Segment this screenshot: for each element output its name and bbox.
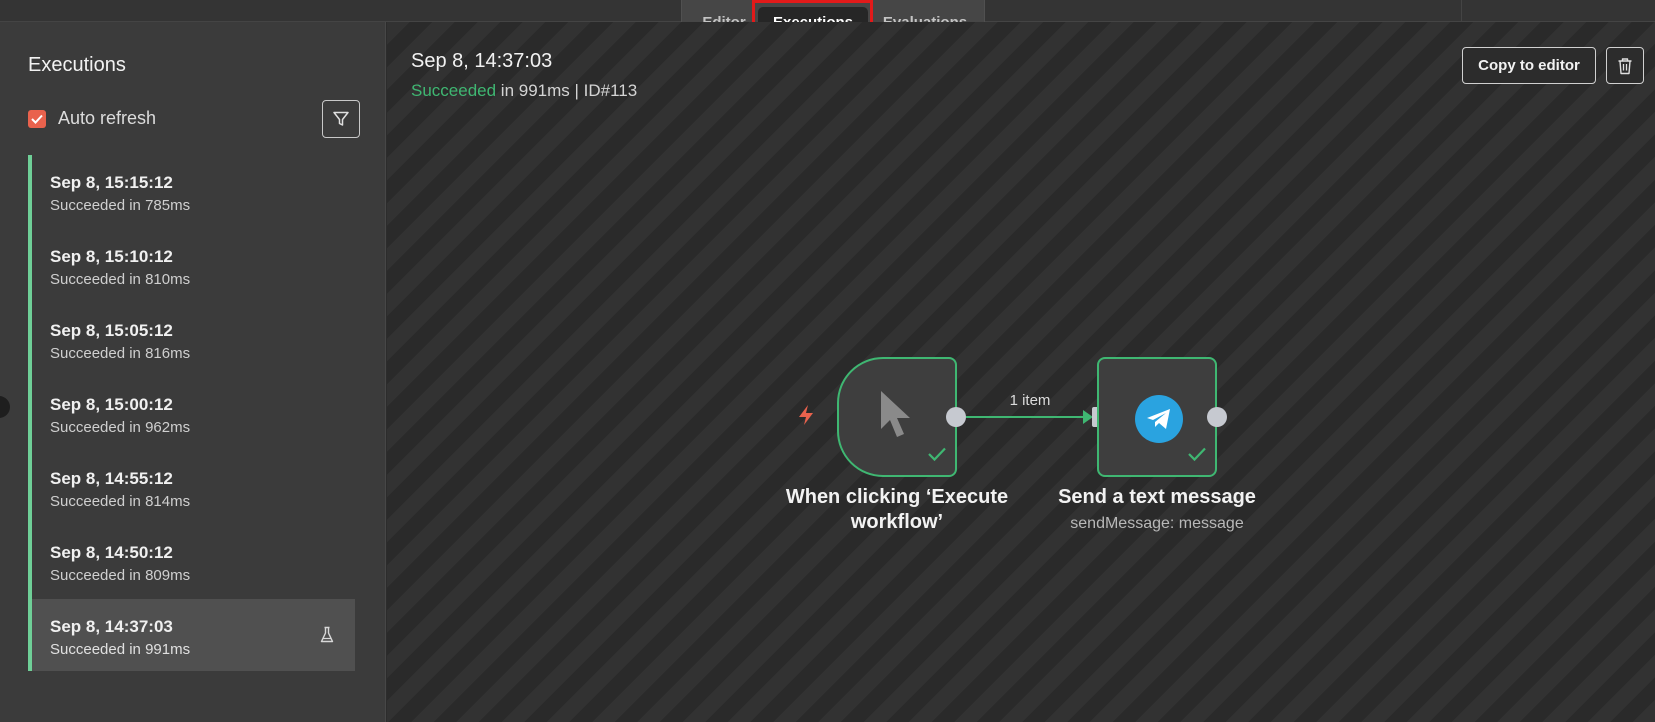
- filter-button[interactable]: [322, 100, 360, 138]
- node-connection-line[interactable]: [966, 416, 1088, 418]
- execution-duration-id: in 991ms | ID#113: [496, 81, 638, 100]
- execution-list-item[interactable]: Sep 8, 14:55:12 Succeeded in 814ms: [28, 451, 355, 525]
- execution-status-word: Succeeded: [411, 81, 497, 100]
- connection-item-count: 1 item: [1009, 392, 1051, 409]
- execution-title: Sep 8, 14:37:03: [411, 50, 553, 72]
- execution-list-item[interactable]: Sep 8, 15:15:12 Succeeded in 785ms: [28, 155, 355, 229]
- trash-icon: [1618, 57, 1632, 74]
- header-divider: [1461, 0, 1462, 22]
- execution-status: Succeeded in 816ms: [50, 345, 191, 362]
- success-check-icon: [1187, 446, 1207, 467]
- node-output-handle[interactable]: [946, 407, 966, 427]
- execution-status: Succeeded in 962ms: [50, 419, 191, 436]
- execution-date: Sep 8, 15:10:12: [50, 247, 173, 266]
- telegram-node-subtitle: sendMessage: message: [1070, 515, 1244, 532]
- telegram-node-label: Send a text message: [1058, 486, 1256, 508]
- workflow-canvas[interactable]: [387, 22, 1655, 722]
- execution-status: Succeeded in 785ms: [50, 197, 191, 214]
- telegram-icon: [1135, 395, 1183, 443]
- node-output-handle[interactable]: [1207, 407, 1227, 427]
- success-check-icon: [927, 446, 947, 467]
- execution-list-item-selected[interactable]: Sep 8, 14:37:03 Succeeded in 991ms: [28, 599, 355, 671]
- execution-date: Sep 8, 15:15:12: [50, 173, 173, 192]
- execution-list-item[interactable]: Sep 8, 15:00:12 Succeeded in 962ms: [28, 377, 355, 451]
- execution-list: Sep 8, 15:15:12 Succeeded in 785ms Sep 8…: [28, 155, 355, 671]
- execution-status: Succeeded in 814ms: [50, 493, 191, 510]
- manual-trigger-node[interactable]: [837, 357, 957, 477]
- trigger-node-label: When clicking ‘Execute workflow’: [785, 486, 1009, 533]
- execution-date: Sep 8, 14:55:12: [50, 469, 173, 488]
- filter-icon: [333, 111, 349, 126]
- execution-date: Sep 8, 15:00:12: [50, 395, 173, 414]
- cursor-icon: [881, 391, 910, 437]
- execution-list-item[interactable]: Sep 8, 14:50:12 Succeeded in 809ms: [28, 525, 355, 599]
- telegram-send-node[interactable]: [1097, 357, 1217, 477]
- execution-list-item[interactable]: Sep 8, 15:05:12 Succeeded in 816ms: [28, 303, 355, 377]
- execution-date: Sep 8, 15:05:12: [50, 321, 173, 340]
- auto-refresh-checkbox[interactable]: [28, 109, 46, 128]
- execution-date: Sep 8, 14:37:03: [50, 617, 173, 636]
- copy-to-editor-button[interactable]: Copy to editor: [1462, 47, 1596, 84]
- checkmark-icon: [31, 114, 43, 124]
- execution-date: Sep 8, 14:50:12: [50, 543, 173, 562]
- auto-refresh-label: Auto refresh: [58, 108, 157, 128]
- sidebar-title: Executions: [28, 54, 126, 76]
- executions-sidebar: Executions Auto refresh Sep 8, 15:15:12 …: [0, 22, 386, 722]
- flask-icon[interactable]: [319, 626, 335, 649]
- execution-summary: Succeeded in 991ms | ID#113: [411, 81, 637, 101]
- trigger-bolt-icon: [797, 404, 815, 431]
- execution-list-item[interactable]: Sep 8, 15:10:12 Succeeded in 810ms: [28, 229, 355, 303]
- execution-status: Succeeded in 991ms: [50, 641, 191, 658]
- auto-refresh-toggle[interactable]: Auto refresh: [28, 108, 156, 129]
- execution-status: Succeeded in 810ms: [50, 271, 191, 288]
- delete-execution-button[interactable]: [1606, 47, 1644, 84]
- execution-status: Succeeded in 809ms: [50, 567, 191, 584]
